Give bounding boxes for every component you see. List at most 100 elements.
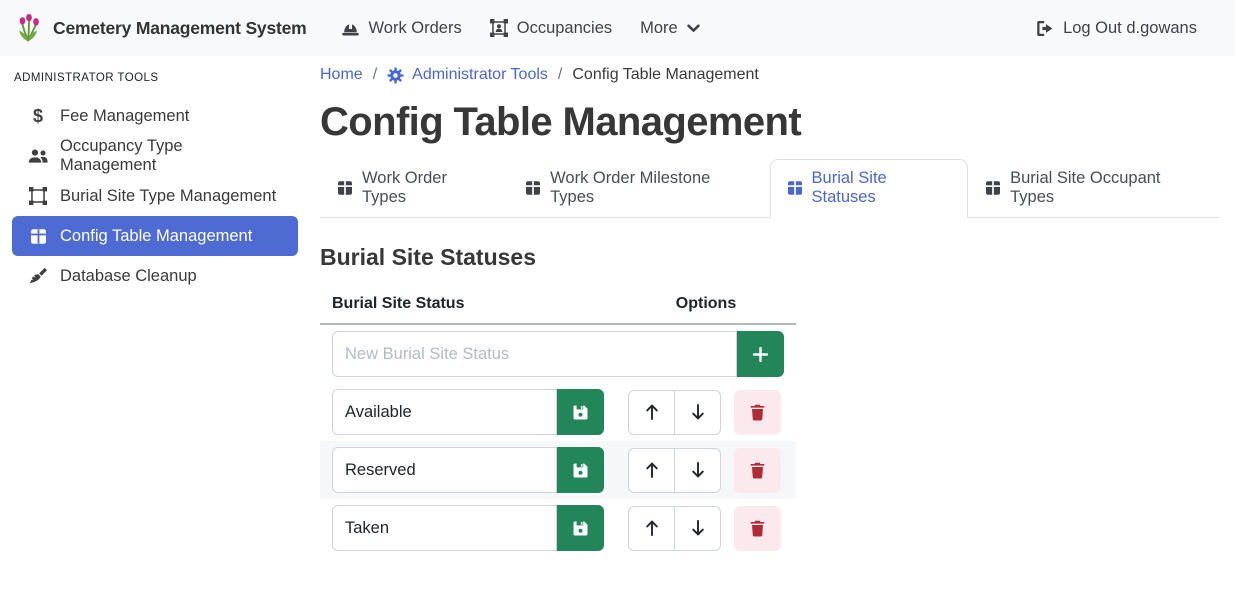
move-down-button[interactable] [674,390,721,435]
status-row [320,499,796,557]
table-header-row: Burial Site Status Options [320,287,796,324]
arrow-up-icon [644,403,660,421]
reorder-button-group [628,448,721,493]
sidebar-item-occupancy-type-management[interactable]: Occupancy Type Management [12,136,298,176]
move-up-button[interactable] [628,448,675,493]
people-icon [28,148,48,164]
chevron-down-icon [687,24,700,33]
delete-status-button[interactable] [734,506,781,551]
hard-hat-icon [341,20,360,37]
tab-work-order-types[interactable]: Work Order Types [320,159,508,218]
status-input[interactable] [332,505,557,551]
reorder-button-group [628,506,721,551]
reorder-button-group [628,390,721,435]
column-header-options: Options [616,287,796,324]
save-icon [572,520,589,537]
save-status-button[interactable] [557,505,604,551]
add-status-button[interactable] [737,331,784,377]
arrow-up-icon [644,519,660,537]
tab-work-order-milestone-types[interactable]: Work Order Milestone Types [508,159,769,218]
plus-icon [752,346,769,363]
tulips-logo-icon [14,12,44,44]
tab-burial-site-occupant-types[interactable]: Burial Site Occupant Types [968,159,1220,218]
page-title: Config Table Management [320,100,1220,145]
table-icon [985,180,1001,196]
section-heading: Burial Site Statuses [320,244,1220,271]
sidebar-item-label: Fee Management [60,107,189,126]
breadcrumb-admin-tools-link[interactable]: Administrator Tools [387,66,548,84]
occupancy-frame-icon [490,19,508,37]
brand-title: Cemetery Management System [53,18,307,39]
status-row [320,383,796,441]
arrow-down-icon [690,461,706,479]
sidebar-item-label: Database Cleanup [60,267,197,286]
tab-label: Burial Site Statuses [812,169,952,207]
tab-label: Work Order Milestone Types [550,169,752,207]
breadcrumb-home-label: Home [320,66,363,84]
save-icon [572,462,589,479]
save-status-button[interactable] [557,447,604,493]
table-icon [525,180,541,196]
tab-label: Burial Site Occupant Types [1010,169,1203,207]
nav-link-more[interactable]: More [626,19,714,38]
arrow-down-icon [690,403,706,421]
config-table: Burial Site Status Options [320,287,796,557]
move-down-button[interactable] [674,448,721,493]
move-up-button[interactable] [628,390,675,435]
nav-link-label: Occupancies [517,19,612,38]
table-icon [28,228,48,245]
sidebar: ADMINISTRATOR TOOLS $ Fee Management Occ… [0,56,306,296]
tab-bar: Work Order Types Work Order Milestone Ty… [320,159,1220,218]
new-status-input[interactable] [332,331,737,377]
breadcrumb-separator: / [558,66,562,84]
trash-icon [750,404,765,421]
delete-status-button[interactable] [734,390,781,435]
nav-link-label: Work Orders [369,19,462,38]
column-header-burial-site-status: Burial Site Status [320,287,616,324]
logout-label: Log Out d.gowans [1063,19,1197,38]
breadcrumb-current: Config Table Management [572,66,759,84]
broom-icon [28,267,48,285]
sidebar-item-label: Occupancy Type Management [60,137,282,175]
new-status-row [320,324,796,383]
tab-label: Work Order Types [362,169,491,207]
sidebar-item-config-table-management[interactable]: Config Table Management [12,216,298,256]
sidebar-item-label: Config Table Management [60,227,252,246]
trash-icon [750,520,765,537]
gear-icon [387,67,404,84]
table-icon [787,180,803,196]
move-down-button[interactable] [674,506,721,551]
top-navbar: Cemetery Management System Work Orders [0,0,1235,56]
breadcrumb: Home / Administrator Tools / Config [320,66,1220,84]
status-input[interactable] [332,389,557,435]
sidebar-heading: ADMINISTRATOR TOOLS [14,72,298,84]
sidebar-item-burial-site-type-management[interactable]: Burial Site Type Management [12,176,298,216]
status-input[interactable] [332,447,557,493]
arrow-down-icon [690,519,706,537]
sidebar-item-fee-management[interactable]: $ Fee Management [12,96,298,136]
sidebar-item-database-cleanup[interactable]: Database Cleanup [12,256,298,296]
tab-burial-site-statuses[interactable]: Burial Site Statuses [770,159,969,218]
brand[interactable]: Cemetery Management System [14,12,307,44]
move-up-button[interactable] [628,506,675,551]
dollar-icon: $ [28,107,48,125]
delete-status-button[interactable] [734,448,781,493]
sidebar-item-label: Burial Site Type Management [60,187,276,206]
nav-link-work-orders[interactable]: Work Orders [327,19,476,38]
nav-link-occupancies[interactable]: Occupancies [476,19,626,38]
trash-icon [750,462,765,479]
nav-link-label: More [640,19,678,38]
nav-links: Work Orders Occupancies More [327,19,714,38]
breadcrumb-admin-tools-label: Administrator Tools [412,66,548,84]
vector-square-icon [28,187,48,205]
logout-link[interactable]: Log Out d.gowans [1021,19,1211,38]
table-icon [337,180,353,196]
breadcrumb-separator: / [373,66,377,84]
save-status-button[interactable] [557,389,604,435]
arrow-up-icon [644,461,660,479]
main-content: Home / Administrator Tools / Config [306,56,1235,557]
save-icon [572,404,589,421]
status-row [320,441,796,499]
breadcrumb-home-link[interactable]: Home [320,66,363,84]
sign-out-icon [1035,20,1054,37]
